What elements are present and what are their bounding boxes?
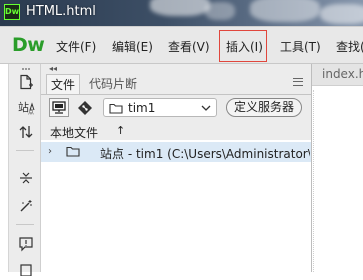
vertical-toolbar: 站 点: [9, 64, 41, 276]
panel-options-icon[interactable]: [293, 78, 303, 86]
file-tree: › 站点 - tim1 (C:\Users\Administrator\Doc.…: [41, 140, 311, 272]
site-select-value: tim1: [128, 101, 156, 115]
document-tab-strip: index.h: [312, 64, 363, 86]
connect-button[interactable]: [49, 98, 69, 117]
title-bar: Dw HTML.html: [0, 0, 363, 26]
menu-bar: Dw 文件(F) 编辑(E) 查看(V) 插入(I) 工具(T) 查找(: [0, 26, 363, 64]
new-file-icon: [20, 74, 33, 90]
menu-insert[interactable]: 插入(I): [226, 38, 263, 55]
git-icon: [78, 100, 92, 115]
document-edge: [313, 90, 315, 272]
files-panel: ◂◂ 文件 代码片断 tim1 定义服务器 本地文件 ↑ › 站点 - tim1…: [41, 64, 312, 272]
menu-edit[interactable]: 编辑(E): [112, 38, 153, 55]
comment-icon: [19, 237, 33, 252]
tree-row-label: 站点 - tim1 (C:\Users\Administrator\Doc...: [100, 147, 310, 161]
toolbar-divider: [16, 150, 34, 151]
sort-up-icon[interactable]: ↑: [116, 124, 125, 137]
chevron-down-icon: [201, 105, 211, 111]
new-file-button[interactable]: [15, 72, 37, 92]
git-button[interactable]: [75, 98, 95, 117]
svg-text:点: 点: [28, 108, 34, 115]
menu-view[interactable]: 查看(V): [168, 38, 210, 55]
menu-find[interactable]: 查找(: [336, 38, 363, 55]
connect-server-icon: [52, 101, 66, 114]
extra-tool-button[interactable]: [15, 260, 37, 280]
folder-icon: [66, 146, 80, 157]
chevron-right-icon[interactable]: ›: [48, 146, 52, 157]
tab-snippets[interactable]: 代码片断: [85, 74, 141, 94]
define-server-button[interactable]: 定义服务器: [226, 98, 302, 117]
window-title: HTML.html: [26, 4, 96, 19]
wand-button[interactable]: [15, 196, 37, 216]
app-icon: Dw: [4, 4, 20, 20]
menu-file[interactable]: 文件(F): [56, 38, 96, 55]
tab-divider: [41, 94, 311, 95]
document-tab[interactable]: index.h: [322, 67, 363, 81]
dreamweaver-logo: Dw: [12, 34, 45, 56]
comment-button[interactable]: [15, 234, 37, 254]
toolbar-divider: [16, 224, 34, 225]
collapse-expand-button[interactable]: [15, 168, 37, 188]
tab-files[interactable]: 文件: [46, 74, 81, 94]
site-select[interactable]: tim1: [103, 98, 217, 117]
menu-tools[interactable]: 工具(T): [280, 38, 321, 55]
document-area: index.h: [312, 64, 363, 272]
file-transfer-button[interactable]: [15, 122, 37, 142]
tree-row-site-root[interactable]: › 站点 - tim1 (C:\Users\Administrator\Doc.…: [41, 142, 311, 162]
wand-icon: [20, 200, 32, 212]
folder-icon: [109, 103, 123, 114]
file-transfer-icon: [19, 126, 33, 138]
left-edge-strip: [0, 64, 9, 272]
local-files-header[interactable]: 本地文件: [50, 124, 98, 141]
collapse-expand-icon: [20, 172, 32, 184]
site-structure-button[interactable]: 站 点: [15, 97, 37, 117]
document-icon: [20, 264, 32, 276]
site-structure-icon: 站 点: [18, 100, 35, 115]
panel-collapse-icon[interactable]: ◂◂: [49, 64, 57, 73]
